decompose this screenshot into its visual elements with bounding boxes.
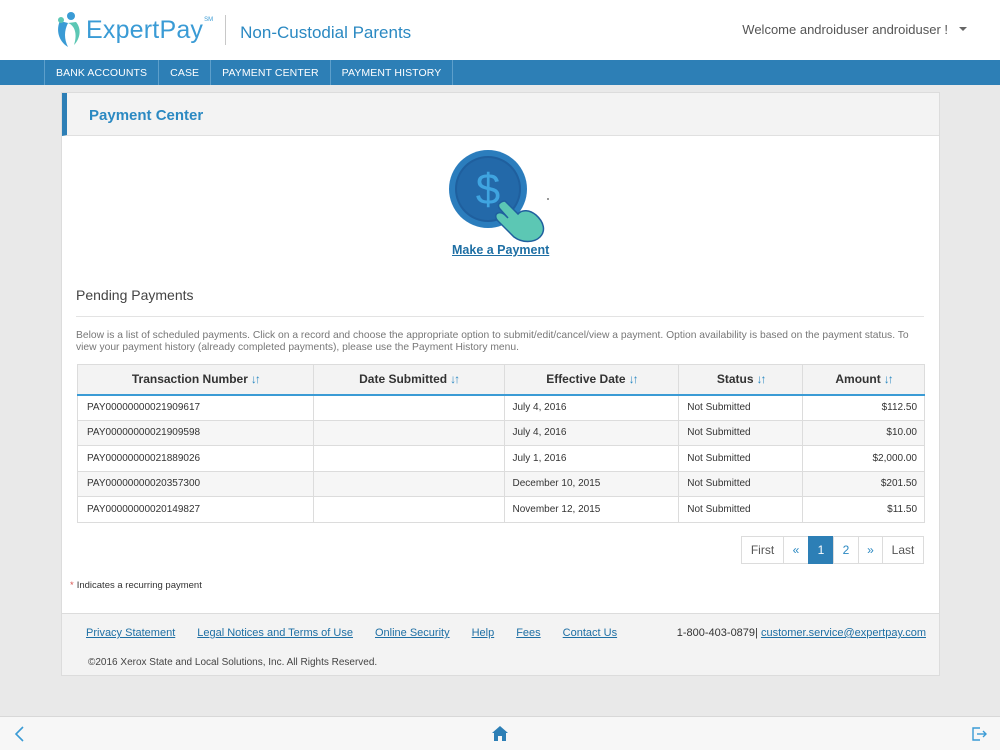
make-payment-link[interactable]: Make a Payment: [452, 243, 549, 257]
recurring-payment-note: * Indicates a recurring payment: [70, 580, 202, 591]
effective-date-cell: July 4, 2016: [503, 394, 680, 421]
column-header-label: Date Submitted: [359, 372, 448, 387]
effective-date-cell: December 10, 2015: [503, 470, 680, 497]
table-header-row: Transaction Number ↓↑ Date Submitted ↓↑ Ef…: [77, 364, 925, 396]
pagination-page-1[interactable]: 1: [808, 536, 834, 564]
date-submitted-cell: [312, 470, 505, 497]
payment-center-panel: Payment Center $ Make a Payment Pending …: [61, 92, 940, 676]
main-navbar: BANK ACCOUNTS CASE PAYMENT CENTER PAYMEN…: [0, 60, 1000, 85]
sort-icon[interactable]: ↓↑: [450, 372, 460, 386]
brand-name: ExpertPay: [86, 15, 204, 44]
nav-item-bank-accounts[interactable]: BANK ACCOUNTS: [45, 60, 160, 85]
amount-cell: $112.50: [802, 394, 925, 421]
pending-payments-description: Below is a list of scheduled payments. C…: [76, 330, 909, 353]
status-cell: Not Submitted: [678, 445, 804, 472]
column-header-label: Effective Date: [546, 372, 626, 387]
footer-link-help[interactable]: Help: [472, 627, 495, 639]
table-row[interactable]: PAY00000000020357300 December 10, 2015 N…: [77, 470, 925, 497]
nav-item-case[interactable]: CASE: [159, 60, 212, 85]
date-submitted-cell: [312, 394, 505, 421]
amount-cell: $11.50: [802, 496, 925, 523]
footer-contact: 1-800-403-0879| customer.service@expertp…: [677, 627, 926, 639]
effective-date-cell: July 1, 2016: [503, 445, 680, 472]
sort-icon[interactable]: ↓↑: [884, 372, 894, 386]
section-divider: [76, 316, 924, 317]
sort-icon[interactable]: ↓↑: [251, 372, 261, 386]
logo-divider: [225, 15, 227, 45]
logout-icon[interactable]: [970, 725, 988, 743]
transaction-number-cell: PAY00000000021909598: [77, 419, 314, 446]
effective-date-cell: November 12, 2015: [503, 496, 680, 523]
copyright: ©2016 Xerox State and Local Solutions, I…: [88, 657, 378, 668]
footer-links: Privacy Statement Legal Notices and Term…: [86, 627, 639, 639]
column-header-effective-date[interactable]: Effective Date ↓↑: [503, 364, 680, 396]
sort-icon[interactable]: ↓↑: [757, 372, 767, 386]
app-header: ExpertPay SM Non-Custodial Parents Welco…: [0, 0, 1000, 60]
nav-list: BANK ACCOUNTS CASE PAYMENT CENTER PAYMEN…: [44, 60, 454, 85]
sort-icon[interactable]: ↓↑: [629, 372, 639, 386]
footer-link-contact[interactable]: Contact Us: [563, 627, 617, 639]
column-header-label: Status: [716, 372, 754, 387]
user-menu-button[interactable]: Welcome androiduser androiduser !: [742, 22, 948, 37]
make-payment-icon[interactable]: $: [448, 149, 552, 245]
pending-payments-table: Transaction Number ↓↑ Date Submitted ↓↑ Ef…: [77, 364, 925, 523]
status-cell: Not Submitted: [678, 419, 804, 446]
amount-cell: $201.50: [802, 470, 925, 497]
page-title: Payment Center: [89, 107, 204, 124]
footer-link-fees[interactable]: Fees: [516, 627, 540, 639]
column-header-transaction-number[interactable]: Transaction Number ↓↑: [77, 364, 314, 396]
table-row[interactable]: PAY00000000020149827 November 12, 2015 N…: [77, 496, 925, 523]
table-row[interactable]: PAY00000000021889026 July 1, 2016 Not Su…: [77, 445, 925, 472]
recurring-note-text: Indicates a recurring payment: [76, 580, 202, 591]
panel-header: Payment Center: [62, 93, 939, 136]
nav-item-payment-center[interactable]: PAYMENT CENTER: [211, 60, 331, 85]
date-submitted-cell: [312, 445, 505, 472]
family-logo-icon: [58, 12, 80, 47]
support-email-link[interactable]: customer.service@expertpay.com: [761, 627, 926, 639]
pagination-first-button[interactable]: First: [741, 536, 784, 564]
column-header-label: Amount: [835, 372, 881, 387]
transaction-number-cell: PAY00000000020149827: [77, 496, 314, 523]
table-row[interactable]: PAY00000000021909598 July 4, 2016 Not Su…: [77, 419, 925, 446]
required-star: *: [70, 580, 74, 591]
effective-date-cell: July 4, 2016: [503, 419, 680, 446]
footer-link-security[interactable]: Online Security: [375, 627, 450, 639]
expertpay-logo[interactable]: ExpertPay SM Non-Custodial Parents: [54, 10, 411, 50]
back-arrow-icon[interactable]: [12, 725, 30, 743]
page-footer: Privacy Statement Legal Notices and Term…: [62, 613, 939, 675]
date-submitted-cell: [312, 419, 505, 446]
app-subtitle: Non-Custodial Parents: [240, 23, 412, 42]
footer-link-privacy[interactable]: Privacy Statement: [86, 627, 175, 639]
support-phone: 1-800-403-0879|: [676, 627, 758, 639]
amount-cell: $10.00: [802, 419, 925, 446]
column-header-date-submitted[interactable]: Date Submitted ↓↑: [312, 364, 505, 396]
home-icon[interactable]: [491, 725, 509, 743]
svg-text:$: $: [476, 165, 500, 214]
pagination-prev-button[interactable]: «: [783, 536, 809, 564]
bottom-toolbar: [0, 716, 1000, 750]
status-cell: Not Submitted: [678, 470, 804, 497]
footer-link-legal[interactable]: Legal Notices and Terms of Use: [197, 627, 353, 639]
pagination-page-2[interactable]: 2: [833, 536, 859, 564]
column-header-amount[interactable]: Amount ↓↑: [802, 364, 925, 396]
column-header-status[interactable]: Status ↓↑: [678, 364, 804, 396]
service-mark: SM: [204, 17, 214, 23]
pagination: First « 1 2 » Last: [741, 536, 924, 564]
transaction-number-cell: PAY00000000021909617: [77, 394, 314, 421]
date-submitted-cell: [312, 496, 505, 523]
nav-item-payment-history[interactable]: PAYMENT HISTORY: [331, 60, 454, 85]
pagination-next-button[interactable]: »: [858, 536, 883, 564]
transaction-number-cell: PAY00000000020357300: [77, 470, 314, 497]
chevron-down-icon[interactable]: [959, 27, 967, 31]
pending-payments-heading: Pending Payments: [76, 287, 194, 303]
status-cell: Not Submitted: [678, 394, 804, 421]
pagination-last-button[interactable]: Last: [882, 536, 924, 564]
column-header-label: Transaction Number: [131, 372, 248, 387]
table-row[interactable]: PAY00000000021909617 July 4, 2016 Not Su…: [77, 394, 925, 421]
transaction-number-cell: PAY00000000021889026: [77, 445, 314, 472]
amount-cell: $2,000.00: [802, 445, 925, 472]
status-cell: Not Submitted: [678, 496, 804, 523]
